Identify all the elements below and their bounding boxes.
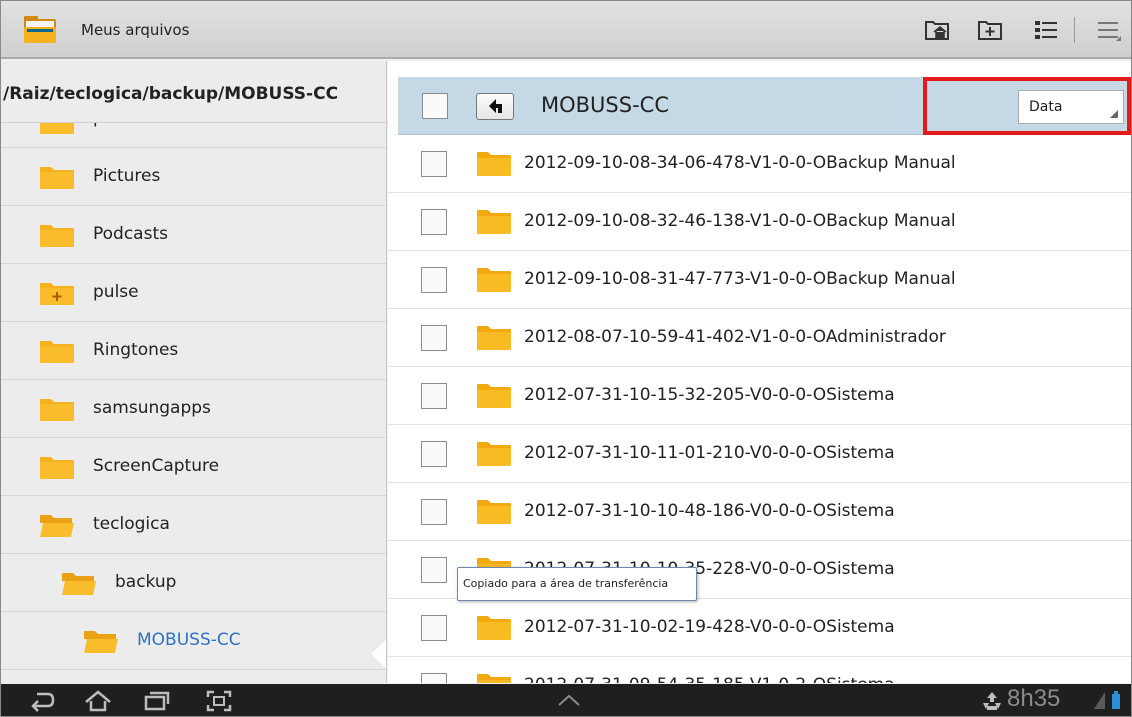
- recycle-icon: [983, 692, 1001, 710]
- sidebar-item-pulse[interactable]: pulse: [1, 264, 386, 322]
- sidebar-item-label: MOBUSS-CC: [137, 630, 241, 650]
- overflow-menu-icon[interactable]: [1097, 19, 1121, 41]
- list-item[interactable]: 2012-07-31-10-02-19-428-V0-0-0-OSistema: [388, 599, 1131, 657]
- list-item[interactable]: 2012-07-31-09-54-35-185-V1-0-2-OSistema: [388, 657, 1131, 683]
- list-item[interactable]: 2012-07-31-10-15-32-205-V0-0-0-OSistema: [388, 367, 1131, 425]
- file-name: 2012-07-31-10-11-01-210-V0-0-0-OSistema: [524, 443, 895, 463]
- sidebar-item-samsungapps[interactable]: samsungapps: [1, 380, 386, 438]
- home-icon[interactable]: [83, 690, 113, 712]
- folder-open-icon: [84, 631, 118, 653]
- item-checkbox[interactable]: [421, 383, 447, 409]
- select-all-checkbox[interactable]: [422, 93, 448, 119]
- folder-open-icon: [40, 515, 74, 537]
- breadcrumb-path: /Raiz/teclogica/backup/MOBUSS-CC: [1, 61, 386, 123]
- list-item[interactable]: 2012-08-07-10-59-41-402-V1-0-0-OAdminist…: [388, 309, 1131, 367]
- back-icon[interactable]: [29, 690, 55, 712]
- file-name: 2012-07-31-10-15-32-205-V0-0-0-OSistema: [524, 385, 895, 405]
- action-bar: Meus arquivos: [1, 1, 1131, 59]
- signal-icon: [1094, 692, 1105, 709]
- selection-pointer: [371, 639, 386, 669]
- item-checkbox[interactable]: [421, 557, 447, 583]
- item-checkbox[interactable]: [421, 267, 447, 293]
- folder-icon: [477, 616, 511, 640]
- folder-icon: [40, 225, 74, 247]
- folder-open-icon: [62, 573, 96, 595]
- file-name: 2012-09-10-08-31-47-773-V1-0-0-OBackup M…: [524, 269, 956, 289]
- file-name: 2012-08-07-10-59-41-402-V1-0-0-OAdminist…: [524, 327, 946, 347]
- item-checkbox[interactable]: [421, 325, 447, 351]
- folder-icon: [477, 500, 511, 524]
- folder-icon: [477, 442, 511, 466]
- folder-icon: [40, 341, 74, 363]
- file-name: 2012-07-31-10-10-48-186-V0-0-0-OSistema: [524, 501, 895, 521]
- folder-icon: [40, 167, 74, 189]
- sidebar-item-label: pulse: [93, 282, 139, 302]
- list-item[interactable]: 2012-07-31-10-11-01-210-V0-0-0-OSistema: [388, 425, 1131, 483]
- folder-plus-icon: [40, 283, 74, 305]
- screenshot-icon[interactable]: [206, 690, 232, 712]
- battery-icon: [1112, 691, 1120, 709]
- sidebar-item-label: Pictures: [93, 166, 161, 186]
- parent-folder-button[interactable]: [476, 93, 514, 120]
- sidebar-item-label: samsungapps: [93, 398, 211, 418]
- folder-icon: [477, 268, 511, 292]
- folder-icon: [40, 399, 74, 421]
- my-files-app-icon[interactable]: [23, 13, 57, 45]
- sidebar-item-label: Podcasts: [93, 224, 168, 244]
- status-clock: 8h35: [1007, 685, 1061, 712]
- home-folder-icon[interactable]: [925, 19, 949, 41]
- item-checkbox[interactable]: [421, 441, 447, 467]
- sidebar-item-ringtones[interactable]: Ringtones: [1, 322, 386, 380]
- item-checkbox[interactable]: [421, 209, 447, 235]
- system-navigation-bar: 8h35: [1, 684, 1131, 716]
- file-manager-window: Meus arquivos photoeditor: [0, 0, 1132, 717]
- folder-icon: [477, 152, 511, 176]
- file-name: 2012-07-31-10-02-19-428-V0-0-0-OSistema: [524, 617, 895, 637]
- sidebar-item-screencapture[interactable]: ScreenCapture: [1, 438, 386, 496]
- list-item[interactable]: 2012-09-10-08-34-06-478-V1-0-0-OBackup M…: [388, 135, 1131, 193]
- sort-highlight-annotation: [923, 77, 1131, 135]
- list-view-icon[interactable]: [1034, 19, 1058, 41]
- sidebar-item-pictures[interactable]: Pictures: [1, 148, 386, 206]
- list-item[interactable]: 2012-07-31-10-10-48-186-V0-0-0-OSistema: [388, 483, 1131, 541]
- folder-icon: [40, 457, 74, 479]
- folder-icon: [477, 384, 511, 408]
- item-checkbox[interactable]: [421, 499, 447, 525]
- sidebar-item-teclogica[interactable]: teclogica: [1, 496, 386, 554]
- list-item[interactable]: 2012-09-10-08-31-47-773-V1-0-0-OBackup M…: [388, 251, 1131, 309]
- clipboard-toast: Copiado para a área de transferência: [457, 567, 697, 601]
- toolbar-divider: [1074, 17, 1075, 43]
- recent-apps-icon[interactable]: [144, 690, 170, 712]
- file-name: 2012-09-10-08-32-46-138-V1-0-0-OBackup M…: [524, 211, 956, 231]
- sidebar-item-label: teclogica: [93, 514, 170, 534]
- file-name: 2012-07-31-09-54-35-185-V1-0-2-OSistema: [524, 675, 895, 683]
- file-name: 2012-09-10-08-34-06-478-V1-0-0-OBackup M…: [524, 153, 956, 173]
- folder-icon: [477, 326, 511, 350]
- new-folder-icon[interactable]: [978, 19, 1002, 41]
- item-checkbox[interactable]: [421, 615, 447, 641]
- item-checkbox[interactable]: [421, 673, 447, 683]
- list-item[interactable]: 2012-09-10-08-32-46-138-V1-0-0-OBackup M…: [388, 193, 1131, 251]
- app-title: Meus arquivos: [81, 21, 190, 39]
- arrow-up-icon: [489, 99, 502, 113]
- sidebar-item-podcasts[interactable]: Podcasts: [1, 206, 386, 264]
- chevron-up-icon[interactable]: [556, 690, 582, 712]
- folder-icon: [477, 210, 511, 234]
- sidebar-item-label: Ringtones: [93, 340, 179, 360]
- sidebar-item-label: ScreenCapture: [93, 456, 220, 476]
- sidebar-item-label: backup: [115, 572, 177, 592]
- item-checkbox[interactable]: [421, 151, 447, 177]
- current-folder-title: MOBUSS-CC: [541, 93, 669, 117]
- sidebar-item-backup[interactable]: backup: [1, 554, 386, 612]
- folder-tree: photoeditor Pictures Podcasts pulse Ring…: [1, 106, 386, 670]
- folder-tree-sidebar: photoeditor Pictures Podcasts pulse Ring…: [1, 61, 387, 683]
- sidebar-item-mobuss-cc[interactable]: MOBUSS-CC: [1, 612, 386, 670]
- folder-icon: [477, 674, 511, 683]
